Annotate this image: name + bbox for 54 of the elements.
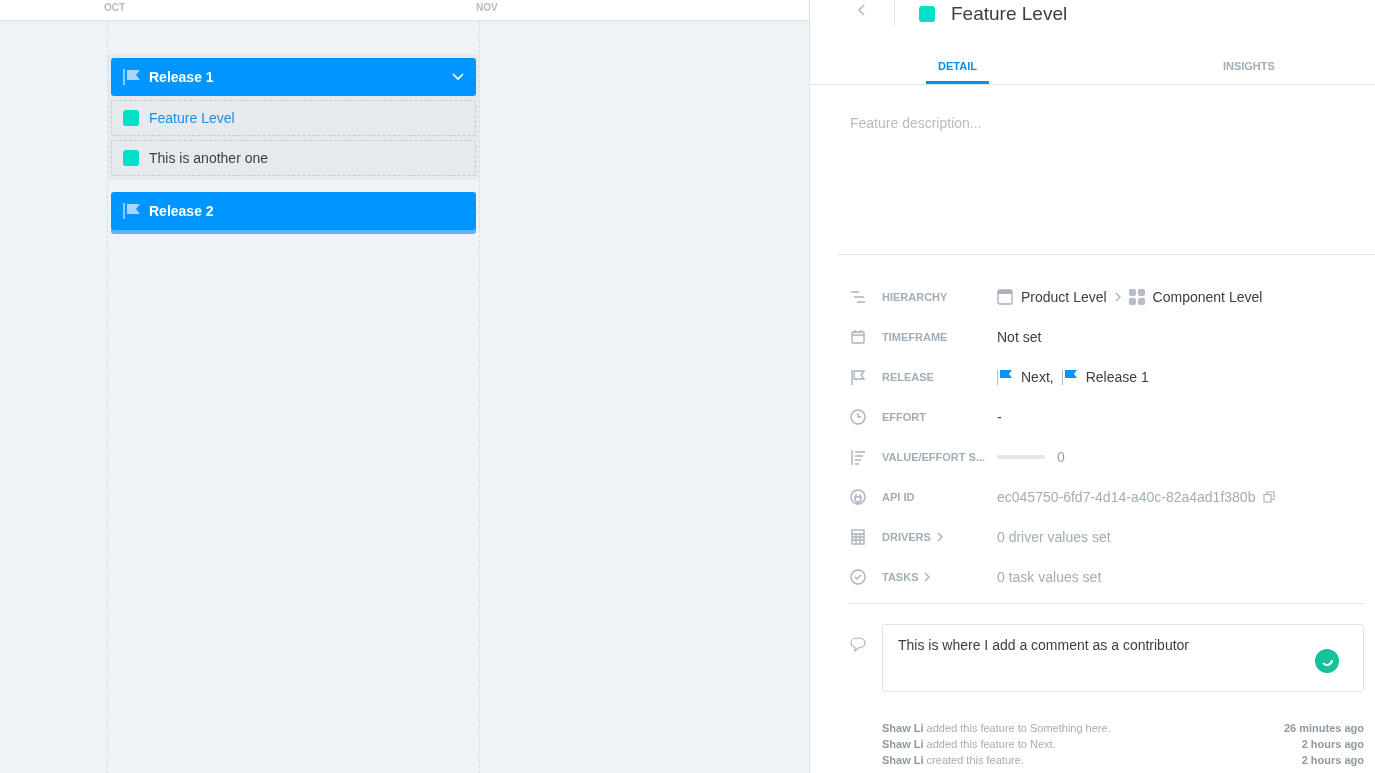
activity-time: 2 hours ago [1301,753,1364,768]
calculator-icon [850,529,866,545]
back-icon[interactable] [858,4,866,16]
check-circle-icon [850,569,866,585]
activity-entry: Shaw Li added this feature to Something here. [882,721,1111,736]
release-item[interactable]: Next, [1021,369,1054,385]
comment-icon [850,636,866,652]
copy-icon[interactable] [1263,491,1276,503]
field-value: 0 driver values set [997,529,1111,545]
flag-icon [850,369,866,385]
feature-color-icon [123,150,139,166]
activity-entry: Shaw Li added this feature to Next. [882,737,1056,752]
spinner-icon [1315,649,1339,673]
field-label: VALUE/EFFORT S... [882,451,986,463]
release-item[interactable]: Release 1 [1085,369,1149,385]
grid-icon [1128,289,1145,305]
field-value: Not set [997,329,1042,345]
feature-color-icon [123,110,139,126]
clock-icon [850,409,866,425]
feature-color-icon [919,6,935,22]
field-label: TIMEFRAME [882,331,948,343]
field-label: RELEASE [882,371,934,383]
feature-title: Feature Level [951,2,1068,26]
activity-time: 26 minutes ago [1283,721,1364,736]
hierarchy-item[interactable]: Component Level [1152,289,1263,305]
chevron-right-icon[interactable] [924,572,931,582]
chevron-right-icon [1114,292,1121,302]
field-label: EFFORT [882,411,926,423]
field-label: DRIVERS [882,531,931,543]
hierarchy-item[interactable]: Product Level [1021,289,1107,305]
field-label: TASKS [882,571,919,583]
field-value: - [997,409,1002,425]
comment-field[interactable]: This is where I add a comment as a contributor [882,624,1364,692]
activity-time: 2 hours ago [1301,737,1364,752]
month-label: NOV [476,2,498,14]
field-label: HIERARCHY [882,291,948,303]
field-label: API ID [882,491,915,503]
api-id: ec045750-6fd7-4d14-a40c-82a4ad1f380b [997,489,1256,505]
chevron-down-icon[interactable] [452,73,464,81]
slider-value: 0 [1057,449,1065,465]
activity-entry: Shaw Li created this feature. [882,753,1024,768]
field-value: 0 task values set [997,569,1102,585]
chevron-right-icon[interactable] [936,532,943,542]
list-icon [850,449,866,465]
feature-card[interactable]: This is another one [111,140,476,176]
flag-icon [997,369,1013,385]
flag-icon [123,203,141,219]
plug-icon [850,489,866,505]
calendar-icon [850,329,866,345]
flag-icon [1061,369,1078,385]
month-label: OCT [104,2,126,14]
flag-icon [123,69,141,85]
window-icon [997,289,1013,305]
hierarchy-icon [850,289,866,305]
